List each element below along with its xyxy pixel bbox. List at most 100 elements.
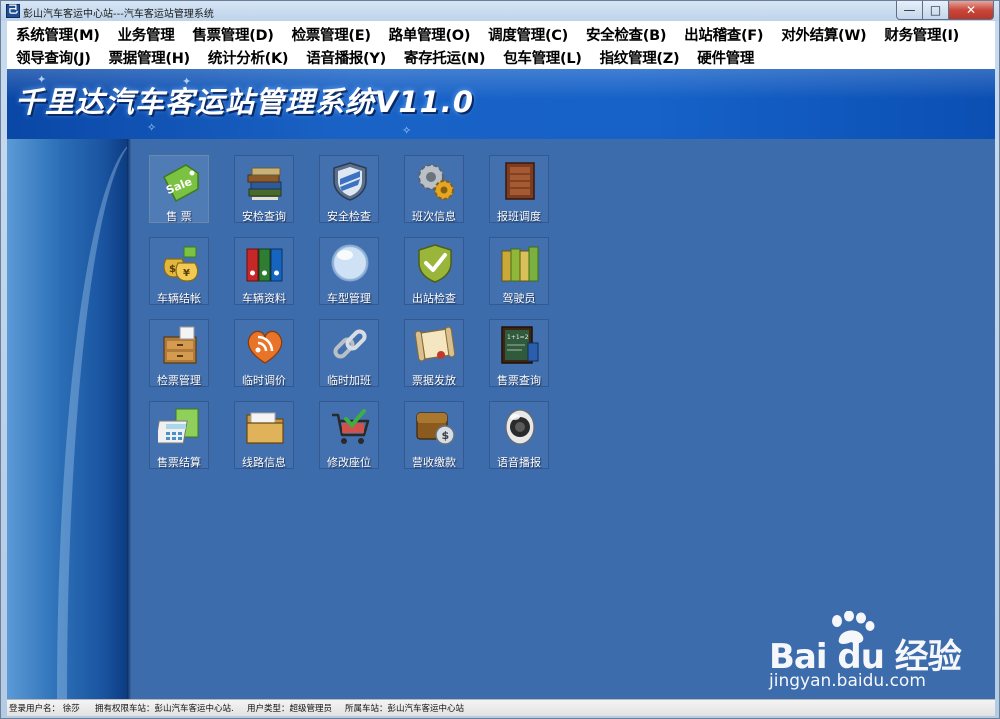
banner-title: 千里达汽车客运站管理系统V11.0: [15, 85, 474, 119]
watermark-url: jingyan.baidu.com: [769, 671, 926, 691]
rss-heart-icon: [247, 330, 283, 364]
status-authorized-station: 拥有权限车站：彭山汽车客运中心站.: [95, 704, 234, 714]
tile-label: 售票查询: [497, 374, 541, 387]
menu-system[interactable]: 系统管理(M): [7, 24, 109, 45]
baidu-watermark: Bai du 经验 jingyan.baidu.com: [765, 611, 965, 696]
tile-bill-issuing[interactable]: 票据发放: [404, 319, 464, 387]
tile-ticket-inspection[interactable]: 检票管理: [149, 319, 209, 387]
speaker-icon: [505, 409, 535, 445]
menu-safety-check[interactable]: 安全检查(B): [577, 24, 675, 45]
tile-revenue-payment[interactable]: $ 营收缴款: [404, 401, 464, 469]
shopping-cart-icon: [332, 409, 370, 444]
tile-ticket-sale[interactable]: Sale 售 票: [149, 155, 209, 223]
folder-icon: [246, 412, 284, 444]
book-stack-icon: [247, 167, 282, 200]
sidebar-decoration: [7, 139, 127, 699]
tile-ticket-settlement[interactable]: 售票结算: [149, 401, 209, 469]
window-controls: — □ ✕: [896, 1, 994, 20]
money-bags-icon: $ ¥: [163, 246, 199, 282]
banner: ✦ ✧ ✦ ✧ 千里达汽车客运站管理系统V11.0: [7, 69, 995, 139]
menu-consignment[interactable]: 寄存托运(N): [395, 47, 494, 68]
tile-label: 临时调价: [242, 374, 286, 387]
check-shield-icon: [418, 244, 452, 283]
menu-row-1: 系统管理(M) 业务管理 售票管理(D) 检票管理(E) 路单管理(O) 调度管…: [7, 22, 968, 46]
menu-finance[interactable]: 财务管理(I): [875, 24, 968, 45]
tile-temp-price[interactable]: 临时调价: [234, 319, 294, 387]
title-bar[interactable]: 己 彭山汽车客运中心站---汽车客运站管理系统 — □ ✕: [1, 1, 999, 21]
chain-link-icon: [333, 329, 367, 359]
tile-driver[interactable]: 驾驶员: [489, 237, 549, 305]
menu-waybill[interactable]: 路单管理(O): [380, 24, 479, 45]
status-bar: 登录用户名： 徐莎 拥有权限车站：彭山汽车客运中心站. 用户类型：超级管理员 所…: [7, 699, 995, 716]
folders-icon: [501, 246, 539, 282]
binders-icon: [246, 248, 283, 282]
menu-bar: 系统管理(M) 业务管理 售票管理(D) 检票管理(E) 路单管理(O) 调度管…: [7, 21, 995, 69]
glass-sphere-icon: [331, 244, 369, 282]
minimize-button[interactable]: —: [896, 1, 923, 20]
tile-vehicle-model[interactable]: 车型管理: [319, 237, 379, 305]
app-logo-icon: 己: [6, 4, 20, 18]
tile-route-info[interactable]: 线路信息: [234, 401, 294, 469]
menu-leader-query[interactable]: 领导查询(J): [7, 47, 100, 68]
tile-label: 检票管理: [157, 374, 201, 387]
menu-hardware[interactable]: 硬件管理: [688, 47, 763, 68]
file-drawer-icon: [163, 326, 197, 364]
tile-label: 驾驶员: [502, 292, 536, 305]
menu-fingerprint[interactable]: 指纹管理(Z): [591, 47, 689, 68]
svg-text:$: $: [442, 429, 450, 442]
tile-label: 车辆资料: [242, 292, 286, 305]
sparkle-icon: ✦: [182, 75, 192, 88]
chalkboard-icon: 1+1=2: [501, 326, 539, 364]
menu-row-2: 领导查询(J) 票据管理(H) 统计分析(K) 语音播报(Y) 寄存托运(N) …: [7, 45, 763, 69]
calculator-icon: [158, 408, 199, 444]
menu-ticket-sales[interactable]: 售票管理(D): [183, 24, 282, 45]
tile-voice-broadcast[interactable]: 语音播报: [489, 401, 549, 469]
sparkle-icon: ✧: [147, 121, 157, 134]
tile-ticket-query[interactable]: 1+1=2 售票查询: [489, 319, 549, 387]
menu-voice-broadcast[interactable]: 语音播报(Y): [297, 47, 395, 68]
tile-label: 班次信息: [412, 210, 456, 223]
svg-text:$: $: [169, 264, 176, 275]
menu-exit-audit[interactable]: 出站稽查(F): [675, 24, 772, 45]
tile-temp-extra[interactable]: 临时加班: [319, 319, 379, 387]
menu-charter[interactable]: 包车管理(L): [494, 47, 590, 68]
menu-external-settlement[interactable]: 对外结算(W): [772, 24, 875, 45]
menu-statistics[interactable]: 统计分析(K): [199, 47, 297, 68]
sparkle-icon: ✦: [37, 73, 47, 86]
menu-dispatch[interactable]: 调度管理(C): [479, 24, 577, 45]
tile-label: 安全检查: [327, 210, 371, 223]
svg-text:1+1=2: 1+1=2: [507, 334, 529, 341]
tile-schedule-info[interactable]: 班次信息: [404, 155, 464, 223]
tile-modify-seat[interactable]: 修改座位: [319, 401, 379, 469]
svg-text:¥: ¥: [183, 268, 190, 279]
maximize-button[interactable]: □: [923, 1, 949, 20]
tile-label: 车型管理: [327, 292, 371, 305]
status-user-type: 用户类型：超级管理员: [247, 704, 333, 714]
sale-tag-icon: Sale: [163, 164, 199, 203]
tile-security-query[interactable]: 安检查询: [234, 155, 294, 223]
tile-vehicle-billing[interactable]: $ ¥ 车辆结帐: [149, 237, 209, 305]
shield-icon: [333, 162, 367, 201]
tile-dispatch-report[interactable]: 报班调度: [489, 155, 549, 223]
tile-label: 语音播报: [497, 456, 541, 469]
gears-icon: [418, 164, 454, 200]
tile-label: 售票结算: [157, 456, 201, 469]
menu-business[interactable]: 业务管理: [109, 24, 184, 45]
tile-label: 线路信息: [242, 456, 286, 469]
scroll-icon: [414, 326, 456, 362]
tile-label: 报班调度: [497, 210, 541, 223]
tile-vehicle-data[interactable]: 车辆资料: [234, 237, 294, 305]
tile-label: 临时加班: [327, 374, 371, 387]
menu-bills[interactable]: 票据管理(H): [100, 47, 199, 68]
sidebar-curve: [57, 139, 127, 699]
menu-ticket-check[interactable]: 检票管理(E): [283, 24, 380, 45]
door-icon: [505, 162, 535, 200]
close-button[interactable]: ✕: [949, 1, 994, 20]
tile-exit-check[interactable]: 出站检查: [404, 237, 464, 305]
wallet-coin-icon: $: [416, 412, 455, 445]
app-window: 己 彭山汽车客运中心站---汽车客运站管理系统 — □ ✕ 系统管理(M) 业务…: [0, 0, 1000, 719]
tile-label: 售 票: [166, 210, 192, 223]
tile-label: 车辆结帐: [157, 292, 201, 305]
tile-safety-check[interactable]: 安全检查: [319, 155, 379, 223]
tile-label: 出站检查: [412, 292, 456, 305]
